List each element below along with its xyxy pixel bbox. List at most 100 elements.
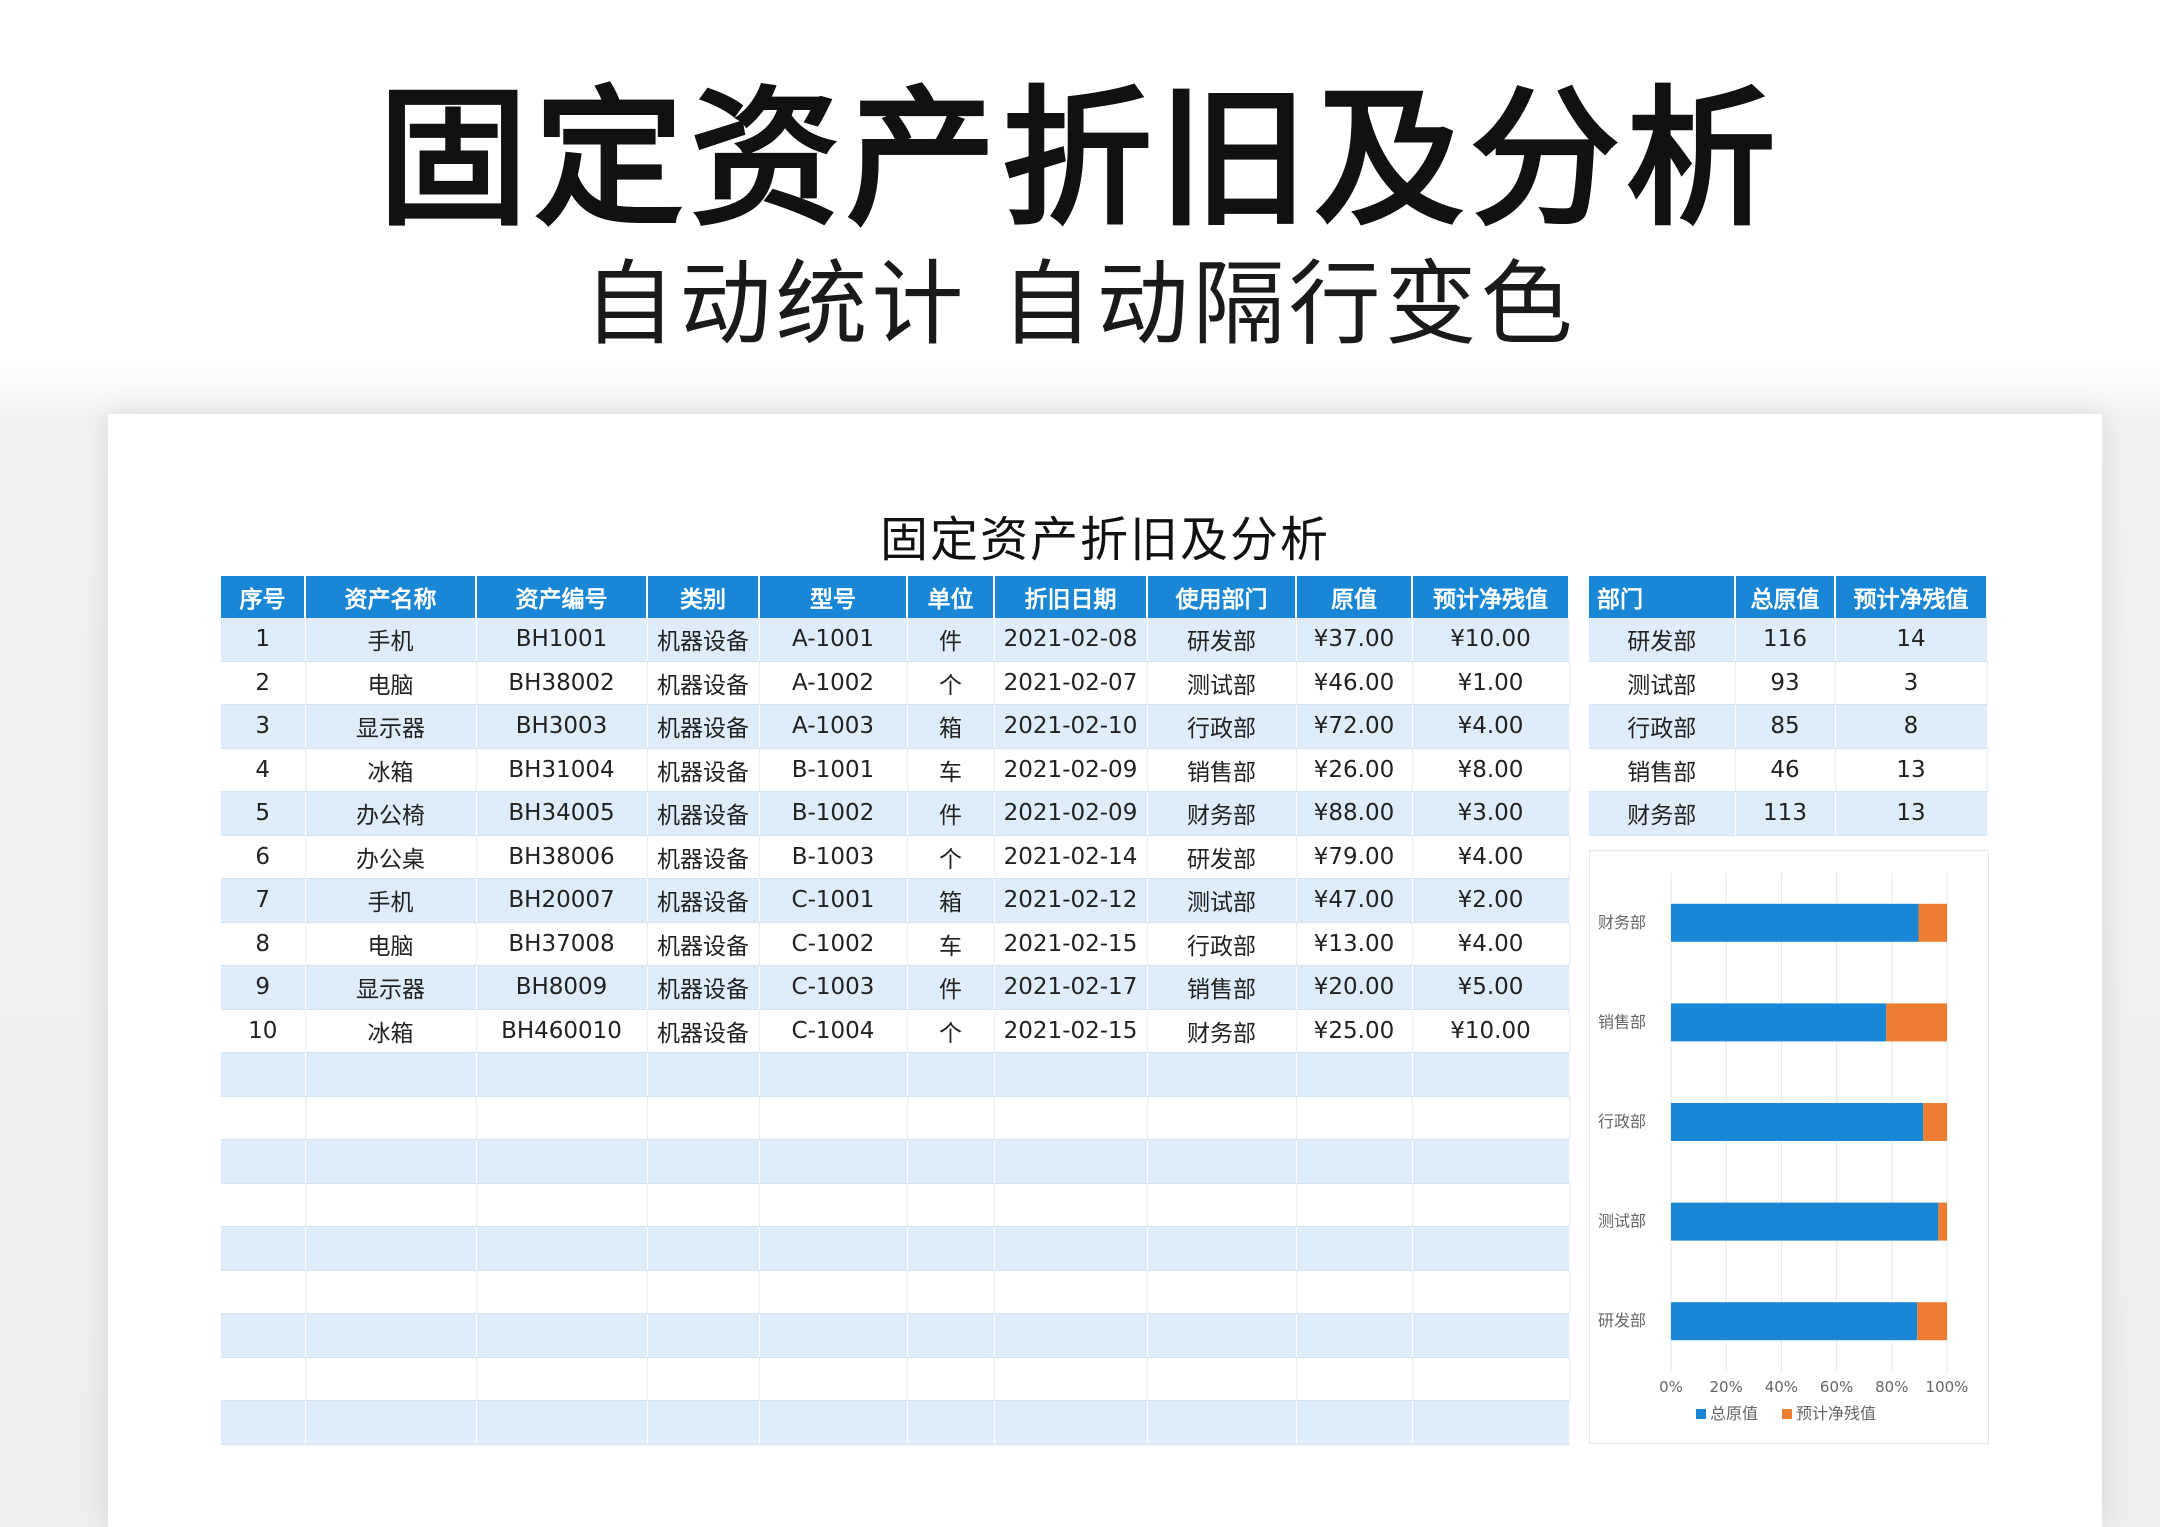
table-cell[interactable] xyxy=(994,1357,1148,1401)
table-cell[interactable] xyxy=(647,1226,760,1271)
table-cell[interactable] xyxy=(476,1139,648,1184)
table-cell[interactable] xyxy=(907,1183,995,1227)
table-cell[interactable] xyxy=(1412,1400,1570,1445)
table-cell[interactable]: C-1002 xyxy=(759,922,908,966)
table-cell[interactable] xyxy=(647,1139,760,1184)
table-cell[interactable] xyxy=(1296,1357,1413,1401)
table-cell[interactable] xyxy=(221,1400,306,1445)
table-cell[interactable]: 113 xyxy=(1735,791,1836,836)
table-cell[interactable]: 3 xyxy=(1835,661,1988,705)
table-cell[interactable]: 研发部 xyxy=(1589,618,1736,662)
table-cell[interactable]: 显示器 xyxy=(305,965,477,1010)
table-cell[interactable]: 10 xyxy=(221,1009,306,1053)
table-cell[interactable]: ¥4.00 xyxy=(1412,704,1570,749)
table-cell[interactable] xyxy=(221,1226,306,1271)
table-cell[interactable]: ¥13.00 xyxy=(1296,922,1413,966)
table-cell[interactable]: 箱 xyxy=(907,704,995,749)
table-cell[interactable] xyxy=(305,1139,477,1184)
table-cell[interactable]: BH38002 xyxy=(476,661,648,705)
table-cell[interactable]: 2021-02-15 xyxy=(994,922,1148,966)
table-cell[interactable]: 件 xyxy=(907,618,995,662)
table-cell[interactable]: 电脑 xyxy=(305,922,477,966)
table-cell[interactable] xyxy=(1412,1052,1570,1097)
table-cell[interactable]: ¥10.00 xyxy=(1412,1009,1570,1053)
table-cell[interactable] xyxy=(647,1183,760,1227)
table-cell[interactable] xyxy=(1147,1226,1297,1271)
table-cell[interactable]: ¥20.00 xyxy=(1296,965,1413,1010)
table-cell[interactable]: ¥72.00 xyxy=(1296,704,1413,749)
table-cell[interactable]: 机器设备 xyxy=(647,835,760,879)
table-cell[interactable]: 93 xyxy=(1735,661,1836,705)
table-cell[interactable]: 机器设备 xyxy=(647,878,760,923)
column-header-2[interactable]: 资产编号 xyxy=(476,576,648,618)
table-cell[interactable] xyxy=(1296,1226,1413,1271)
dept-column-header-0[interactable]: 部门 xyxy=(1589,576,1736,618)
table-cell[interactable]: 冰箱 xyxy=(305,1009,477,1053)
table-cell[interactable] xyxy=(1412,1226,1570,1271)
table-cell[interactable]: ¥4.00 xyxy=(1412,835,1570,879)
table-cell[interactable]: 1 xyxy=(221,618,306,662)
table-cell[interactable]: ¥1.00 xyxy=(1412,661,1570,705)
table-cell[interactable]: 电脑 xyxy=(305,661,477,705)
table-cell[interactable]: 显示器 xyxy=(305,704,477,749)
table-cell[interactable]: C-1004 xyxy=(759,1009,908,1053)
table-cell[interactable]: 2021-02-10 xyxy=(994,704,1148,749)
table-cell[interactable]: 2021-02-08 xyxy=(994,618,1148,662)
table-cell[interactable]: 3 xyxy=(221,704,306,749)
column-header-7[interactable]: 使用部门 xyxy=(1147,576,1297,618)
table-cell[interactable] xyxy=(994,1096,1148,1140)
table-cell[interactable]: 2021-02-12 xyxy=(994,878,1148,923)
table-cell[interactable] xyxy=(1147,1270,1297,1314)
table-cell[interactable] xyxy=(305,1270,477,1314)
table-cell[interactable] xyxy=(305,1226,477,1271)
table-cell[interactable]: 行政部 xyxy=(1147,922,1297,966)
table-cell[interactable]: 手机 xyxy=(305,878,477,923)
table-cell[interactable] xyxy=(305,1357,477,1401)
table-cell[interactable]: ¥26.00 xyxy=(1296,748,1413,792)
table-cell[interactable] xyxy=(476,1313,648,1358)
table-cell[interactable] xyxy=(1412,1139,1570,1184)
table-cell[interactable]: ¥25.00 xyxy=(1296,1009,1413,1053)
table-cell[interactable]: 个 xyxy=(907,661,995,705)
table-cell[interactable] xyxy=(1412,1357,1570,1401)
table-cell[interactable]: 手机 xyxy=(305,618,477,662)
table-cell[interactable] xyxy=(221,1096,306,1140)
table-cell[interactable] xyxy=(994,1183,1148,1227)
table-cell[interactable] xyxy=(759,1226,908,1271)
table-cell[interactable] xyxy=(907,1400,995,1445)
table-cell[interactable]: ¥88.00 xyxy=(1296,791,1413,836)
table-cell[interactable]: ¥3.00 xyxy=(1412,791,1570,836)
table-cell[interactable] xyxy=(907,1226,995,1271)
table-cell[interactable]: 财务部 xyxy=(1147,791,1297,836)
table-cell[interactable] xyxy=(759,1183,908,1227)
table-cell[interactable]: 9 xyxy=(221,965,306,1010)
table-cell[interactable]: 行政部 xyxy=(1147,704,1297,749)
table-cell[interactable] xyxy=(1412,1313,1570,1358)
table-cell[interactable]: B-1003 xyxy=(759,835,908,879)
table-cell[interactable]: 研发部 xyxy=(1147,835,1297,879)
table-cell[interactable]: 2021-02-17 xyxy=(994,965,1148,1010)
table-cell[interactable] xyxy=(1296,1400,1413,1445)
table-cell[interactable]: ¥10.00 xyxy=(1412,618,1570,662)
table-cell[interactable] xyxy=(907,1052,995,1097)
table-cell[interactable]: 办公桌 xyxy=(305,835,477,879)
table-cell[interactable] xyxy=(647,1270,760,1314)
table-cell[interactable] xyxy=(476,1096,648,1140)
table-cell[interactable]: BH1001 xyxy=(476,618,648,662)
table-cell[interactable] xyxy=(907,1270,995,1314)
table-cell[interactable]: 机器设备 xyxy=(647,704,760,749)
table-cell[interactable]: BH8009 xyxy=(476,965,648,1010)
table-cell[interactable]: BH20007 xyxy=(476,878,648,923)
column-header-1[interactable]: 资产名称 xyxy=(305,576,477,618)
table-cell[interactable] xyxy=(647,1096,760,1140)
table-cell[interactable]: ¥37.00 xyxy=(1296,618,1413,662)
table-cell[interactable]: 85 xyxy=(1735,704,1836,749)
table-cell[interactable]: 个 xyxy=(907,1009,995,1053)
table-cell[interactable]: 研发部 xyxy=(1147,618,1297,662)
table-cell[interactable] xyxy=(221,1052,306,1097)
table-cell[interactable]: BH34005 xyxy=(476,791,648,836)
dept-column-header-2[interactable]: 预计净残值 xyxy=(1835,576,1988,618)
table-cell[interactable]: 116 xyxy=(1735,618,1836,662)
table-cell[interactable]: ¥46.00 xyxy=(1296,661,1413,705)
table-cell[interactable] xyxy=(647,1400,760,1445)
